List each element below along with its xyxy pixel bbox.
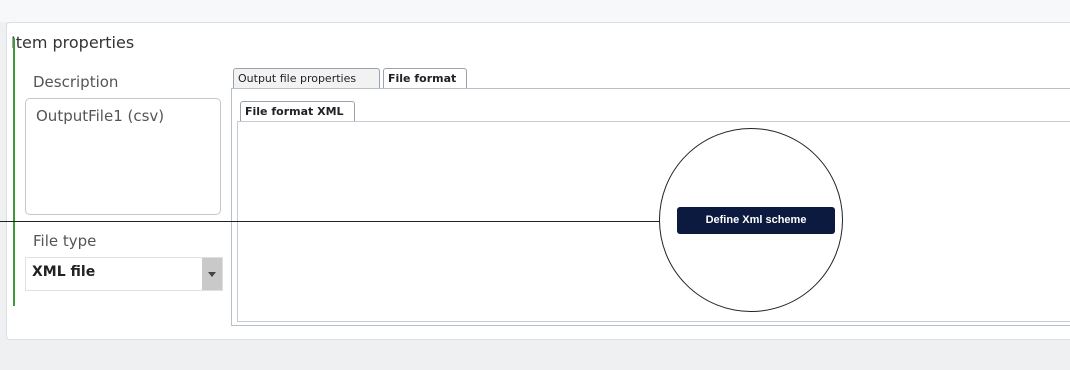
tab-file-format[interactable]: File format [383, 68, 467, 88]
file-type-value: XML file [32, 264, 96, 280]
tab-output-file-properties[interactable]: Output file properties [233, 68, 380, 88]
file-type-select[interactable]: XML file [25, 257, 223, 291]
define-xml-scheme-button[interactable]: Define Xml scheme [677, 207, 835, 234]
description-value: OutputFile1 (csv) [36, 107, 165, 125]
file-type-label: File type [33, 232, 97, 250]
callout-line [0, 221, 660, 222]
description-textarea[interactable]: OutputFile1 (csv) [25, 98, 221, 215]
panel-title: Item properties [11, 33, 135, 52]
top-band [0, 0, 1070, 22]
tab-file-format-xml[interactable]: File format XML [240, 101, 355, 121]
description-label: Description [33, 73, 119, 91]
section-accent-bar [13, 38, 15, 306]
chevron-down-icon[interactable] [202, 258, 222, 290]
